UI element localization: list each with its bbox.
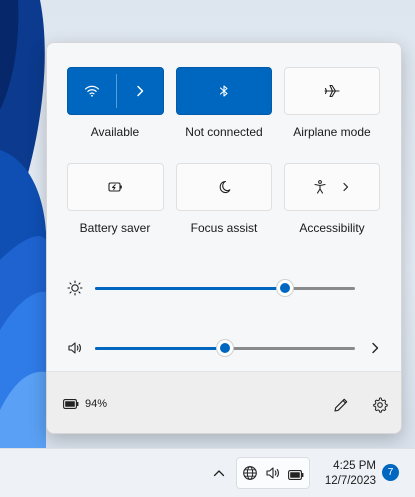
- brightness-fill: [95, 287, 285, 290]
- brightness-thumb[interactable]: [276, 280, 293, 296]
- focus-assist-label: Focus assist: [190, 221, 258, 235]
- volume-row: [47, 336, 401, 360]
- volume-output-chevron-icon[interactable]: [367, 340, 383, 356]
- quick-settings-panel: Available Not connected Airplane mode Ba…: [46, 42, 402, 434]
- globe-icon: [243, 466, 257, 480]
- chevron-right-icon: [137, 85, 144, 97]
- taskbar: 4:25 PM 12/7/2023 7: [0, 448, 415, 497]
- volume-fill: [95, 347, 225, 350]
- battery-icon: [288, 470, 304, 480]
- notification-badge[interactable]: 7: [382, 464, 399, 481]
- volume-track[interactable]: [95, 340, 355, 356]
- volume-thumb[interactable]: [217, 340, 233, 356]
- accessibility-tile[interactable]: [284, 163, 380, 211]
- battery-status[interactable]: 94%: [63, 398, 107, 410]
- wifi-label: Available: [90, 125, 140, 139]
- airplane-mode-tile[interactable]: [284, 67, 380, 115]
- focus-assist-tile[interactable]: [176, 163, 272, 211]
- bluetooth-label: Not connected: [185, 125, 263, 139]
- taskbar-clock[interactable]: 4:25 PM 12/7/2023: [318, 459, 376, 489]
- wifi-expand-button[interactable]: [117, 68, 163, 114]
- chevron-right-icon: [343, 182, 349, 192]
- battery-saver-icon: [107, 182, 122, 192]
- brightness-row: [47, 276, 401, 300]
- battery-percentage: 94%: [85, 398, 108, 410]
- clock-date: 12/7/2023: [324, 475, 376, 487]
- wifi-icon: [84, 85, 100, 97]
- brightness-track[interactable]: [95, 280, 355, 296]
- clock-time: 4:25 PM: [333, 460, 376, 472]
- speaker-icon: [266, 467, 279, 479]
- accessibility-icon: [314, 180, 326, 194]
- wifi-tile: [67, 67, 164, 115]
- airplane-icon: [324, 84, 340, 98]
- chevron-up-icon[interactable]: [211, 465, 227, 481]
- speaker-icon[interactable]: [67, 340, 83, 356]
- quick-settings-body: Available Not connected Airplane mode Ba…: [47, 43, 401, 371]
- accessibility-label: Accessibility: [299, 221, 365, 235]
- wifi-toggle[interactable]: [68, 68, 116, 114]
- brightness-icon: [67, 280, 83, 296]
- pencil-icon[interactable]: [332, 396, 350, 414]
- bluetooth-tile[interactable]: [176, 67, 272, 115]
- airplane-mode-label: Airplane mode: [293, 125, 371, 139]
- battery-saver-tile[interactable]: [67, 163, 164, 211]
- bluetooth-icon: [219, 85, 228, 97]
- gear-icon[interactable]: [371, 396, 389, 414]
- quick-settings-footer: 94%: [47, 371, 401, 433]
- battery-icon: [63, 399, 79, 409]
- system-tray-quick-settings-button[interactable]: [236, 457, 310, 489]
- battery-saver-label: Battery saver: [79, 221, 151, 235]
- moon-icon: [219, 180, 231, 194]
